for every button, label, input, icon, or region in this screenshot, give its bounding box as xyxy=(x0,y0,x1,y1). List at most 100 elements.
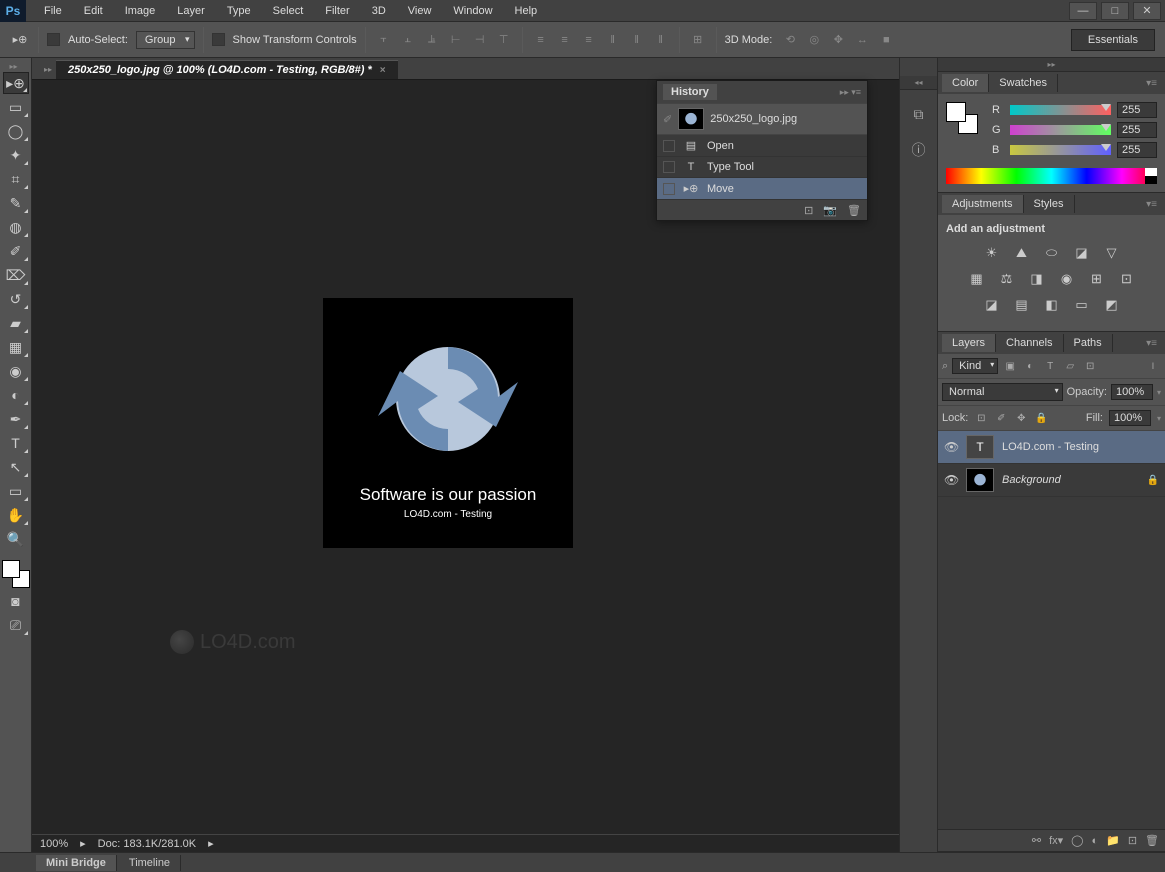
tab-adjustments[interactable]: Adjustments xyxy=(942,195,1024,213)
color-panel-menu-icon[interactable]: ▾≡ xyxy=(1142,78,1161,89)
menu-file[interactable]: File xyxy=(34,2,72,20)
close-button[interactable]: ✕ xyxy=(1133,2,1161,20)
opacity-input[interactable]: 100% xyxy=(1111,384,1153,400)
3d-roll-icon[interactable]: ◎ xyxy=(804,31,824,49)
delete-layer-icon[interactable]: 🗑 xyxy=(1145,834,1159,847)
3d-orbit-icon[interactable]: ⟲ xyxy=(780,31,800,49)
r-slider[interactable] xyxy=(1010,105,1111,115)
pen-tool[interactable]: ✒ xyxy=(3,408,29,430)
gradient-tool[interactable]: ▦ xyxy=(3,336,29,358)
align-top-icon[interactable]: ⫟ xyxy=(374,31,394,49)
menu-help[interactable]: Help xyxy=(505,2,548,20)
delete-state-icon[interactable]: 🗑 xyxy=(847,204,861,217)
eraser-tool[interactable]: ▰ xyxy=(3,312,29,334)
color-balance-icon[interactable]: ⚖ xyxy=(997,271,1017,287)
history-panel-header[interactable]: History ▸▸ ▾≡ xyxy=(657,81,867,103)
align-vcenter-icon[interactable]: ⫠ xyxy=(398,31,418,49)
dock-expand-handle[interactable]: ◂◂ xyxy=(900,76,937,90)
align-hcenter-icon[interactable]: ⊣ xyxy=(470,31,490,49)
foreground-color-swatch[interactable] xyxy=(2,560,20,578)
blend-mode-dropdown[interactable]: Normal xyxy=(942,383,1063,401)
threshold-icon[interactable]: ◧ xyxy=(1042,297,1062,313)
new-adjustment-icon[interactable]: ◐ xyxy=(1091,835,1098,847)
align-bottom-icon[interactable]: ⫡ xyxy=(422,31,442,49)
b-slider[interactable] xyxy=(1010,145,1111,155)
brightness-icon[interactable]: ☀ xyxy=(982,245,1002,261)
color-swatches[interactable] xyxy=(946,102,978,134)
tab-layers[interactable]: Layers xyxy=(942,334,996,352)
curves-icon[interactable]: ⬭ xyxy=(1042,245,1062,261)
g-slider[interactable] xyxy=(1010,125,1111,135)
filter-type-icon[interactable]: T xyxy=(1042,358,1058,374)
history-collapse-icon[interactable]: ▸▸ ▾≡ xyxy=(840,87,861,98)
canvas[interactable]: Software is our passion LO4D.com - Testi… xyxy=(323,298,573,548)
tab-swatches[interactable]: Swatches xyxy=(989,74,1058,92)
layer-name[interactable]: Background xyxy=(1002,474,1139,486)
layer-mask-icon[interactable]: ◯ xyxy=(1071,834,1083,847)
invert-icon[interactable]: ◪ xyxy=(982,297,1002,313)
exposure-icon[interactable]: ◪ xyxy=(1072,245,1092,261)
menu-filter[interactable]: Filter xyxy=(315,2,359,20)
tab-channels[interactable]: Channels xyxy=(996,334,1063,352)
b-value-input[interactable] xyxy=(1117,142,1157,158)
fg-swatch-small[interactable] xyxy=(946,102,966,122)
color-spectrum[interactable] xyxy=(946,168,1157,184)
new-snapshot-icon[interactable]: 📷 xyxy=(823,204,837,217)
move-tool[interactable]: ▸⊕ xyxy=(3,72,29,94)
bw-icon[interactable]: ◨ xyxy=(1027,271,1047,287)
brush-tool[interactable]: ✐ xyxy=(3,240,29,262)
dist-right-icon[interactable]: ‖ xyxy=(651,31,671,49)
filter-toggle-icon[interactable]: ⏽ xyxy=(1145,358,1161,374)
align-left-icon[interactable]: ⊢ xyxy=(446,31,466,49)
lock-all-icon[interactable]: 🔒 xyxy=(1034,411,1048,425)
menu-edit[interactable]: Edit xyxy=(74,2,113,20)
eyedropper-tool[interactable]: ✎ xyxy=(3,192,29,214)
show-transform-checkbox[interactable] xyxy=(212,33,225,46)
workspace-essentials-button[interactable]: Essentials xyxy=(1071,29,1155,51)
zoom-level[interactable]: 100% xyxy=(40,838,68,850)
marquee-tool[interactable]: ▭ xyxy=(3,96,29,118)
filter-pixel-icon[interactable]: ▣ xyxy=(1002,358,1018,374)
filter-smart-icon[interactable]: ⊡ xyxy=(1082,358,1098,374)
menu-3d[interactable]: 3D xyxy=(362,2,396,20)
menu-layer[interactable]: Layer xyxy=(167,2,215,20)
align-right-icon[interactable]: ⊤ xyxy=(494,31,514,49)
channel-mixer-icon[interactable]: ⊞ xyxy=(1087,271,1107,287)
menu-select[interactable]: Select xyxy=(263,2,314,20)
layer-fx-icon[interactable]: fx▾ xyxy=(1049,834,1063,847)
panel-collapse-handle[interactable]: ▸▸ xyxy=(938,58,1165,72)
hand-tool[interactable]: ✋ xyxy=(3,504,29,526)
new-group-icon[interactable]: 📁 xyxy=(1106,834,1120,847)
r-value-input[interactable] xyxy=(1117,102,1157,118)
history-brush-tool[interactable]: ↺ xyxy=(3,288,29,310)
dist-top-icon[interactable]: ≡ xyxy=(531,31,551,49)
lock-position-icon[interactable]: ✥ xyxy=(1014,411,1028,425)
history-step[interactable]: ▤ Open xyxy=(657,135,867,157)
blur-tool[interactable]: ◉ xyxy=(3,360,29,382)
magic-wand-tool[interactable]: ✦ xyxy=(3,144,29,166)
levels-icon[interactable]: ⛰ xyxy=(1012,245,1032,261)
tab-mini-bridge[interactable]: Mini Bridge xyxy=(36,855,117,871)
layer-thumbnail[interactable] xyxy=(966,468,994,492)
menu-view[interactable]: View xyxy=(398,2,442,20)
type-tool[interactable]: T xyxy=(3,432,29,454)
auto-align-icon[interactable]: ⊞ xyxy=(688,31,708,49)
posterize-icon[interactable]: ▤ xyxy=(1012,297,1032,313)
shape-tool[interactable]: ▭ xyxy=(3,480,29,502)
tab-styles[interactable]: Styles xyxy=(1024,195,1075,213)
screen-mode-tool[interactable]: ⎚ xyxy=(3,614,29,636)
maximize-button[interactable]: □ xyxy=(1101,2,1129,20)
history-step[interactable]: T Type Tool xyxy=(657,157,867,178)
close-tab-icon[interactable]: × xyxy=(380,65,386,76)
new-layer-icon[interactable]: ⊡ xyxy=(1128,834,1137,847)
history-document-row[interactable]: ✐ 250x250_logo.jpg xyxy=(657,103,867,135)
visibility-icon[interactable]: 👁 xyxy=(944,440,958,454)
selective-color-icon[interactable]: ◩ xyxy=(1102,297,1122,313)
lock-transparent-icon[interactable]: ⊡ xyxy=(974,411,988,425)
hue-sat-icon[interactable]: ▦ xyxy=(967,271,987,287)
layer-row[interactable]: 👁 T LO4D.com - Testing xyxy=(938,431,1165,464)
dock-icon-info[interactable]: ⓘ xyxy=(907,138,931,162)
quick-mask-tool[interactable]: ◙ xyxy=(3,590,29,612)
3d-slide-icon[interactable]: ↔ xyxy=(852,31,872,49)
tab-paths[interactable]: Paths xyxy=(1064,334,1113,352)
